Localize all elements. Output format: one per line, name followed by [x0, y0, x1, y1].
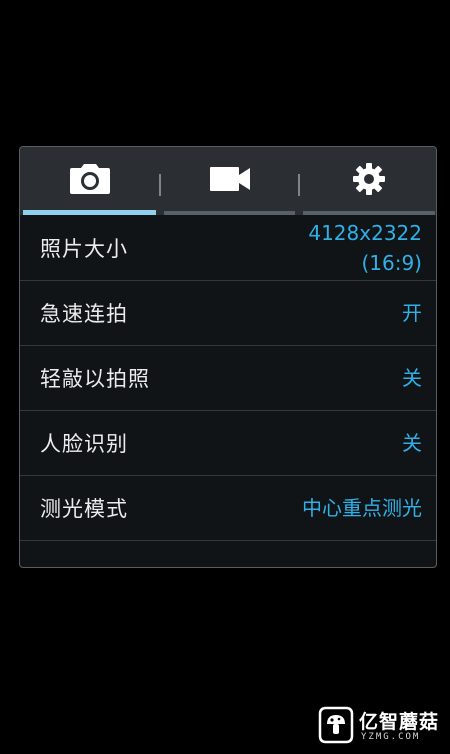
watermark: 亿智蘑菇 YZMG.COM — [317, 706, 443, 746]
setting-label: 急速连拍 — [40, 302, 128, 326]
video-camera-icon — [209, 167, 250, 195]
setting-photo-size[interactable]: 照片大小 4128x2322 (16:9) — [20, 215, 436, 281]
camera-icon — [69, 164, 110, 198]
setting-tap-to-shoot[interactable]: 轻敲以拍照 关 — [20, 346, 436, 411]
setting-value: 关 — [402, 366, 422, 390]
setting-label: 轻敲以拍照 — [40, 367, 150, 391]
watermark-name: 亿智蘑菇 — [359, 711, 440, 733]
setting-value: 关 — [402, 431, 422, 455]
tab-settings[interactable] — [300, 147, 436, 215]
camera-settings-panel: 照片大小 4128x2322 (16:9) 急速连拍 开 轻敲以拍照 关 人脸识… — [19, 146, 437, 568]
settings-list: 照片大小 4128x2322 (16:9) 急速连拍 开 轻敲以拍照 关 人脸识… — [20, 215, 436, 565]
setting-burst-shot[interactable]: 急速连拍 开 — [20, 281, 436, 346]
setting-value: 4128x2322 (16:9) — [308, 218, 422, 278]
setting-face-detection[interactable]: 人脸识别 关 — [20, 411, 436, 476]
setting-metering-mode[interactable]: 测光模式 中心重点测光 — [20, 476, 436, 541]
tab-photo[interactable] — [20, 147, 159, 215]
photo-resolution: 4128x2322 — [308, 220, 422, 245]
setting-label: 人脸识别 — [40, 432, 128, 456]
setting-label: 测光模式 — [40, 497, 128, 521]
setting-label: 照片大小 — [40, 236, 128, 261]
watermark-domain: YZMG.COM — [361, 732, 421, 742]
tab-video[interactable] — [161, 147, 298, 215]
setting-value: 中心重点测光 — [302, 496, 422, 520]
mushroom-logo-icon — [317, 706, 355, 744]
list-overflow-area[interactable] — [20, 541, 436, 565]
settings-tab-bar — [20, 147, 436, 215]
gear-icon — [353, 163, 385, 199]
photo-aspect-ratio: (16:9) — [361, 250, 422, 275]
setting-value: 开 — [402, 301, 422, 325]
